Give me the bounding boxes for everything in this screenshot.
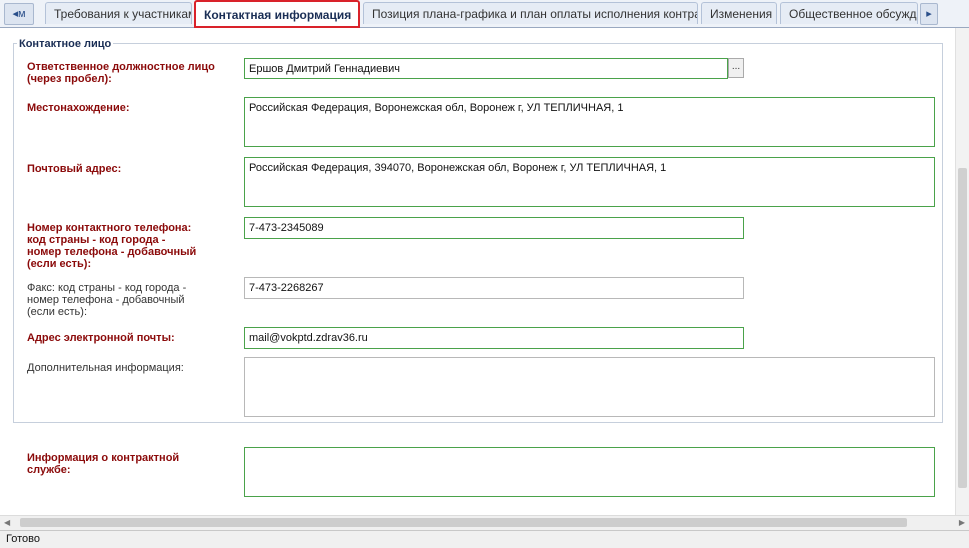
tab-scroll-left-button[interactable]: ◂м xyxy=(4,3,34,25)
vertical-scrollbar[interactable] xyxy=(955,28,969,515)
tab-plan-schedule[interactable]: Позиция плана-графика и план оплаты испо… xyxy=(363,2,698,24)
tab-changes[interactable]: Изменения xyxy=(701,2,777,24)
responsible-lookup-button[interactable]: ... xyxy=(728,58,744,78)
phone-label: Номер контактного телефона: код страны -… xyxy=(27,222,197,270)
horizontal-scroll-thumb[interactable] xyxy=(20,518,907,527)
tab-contact-info[interactable]: Контактная информация xyxy=(194,0,360,28)
email-field[interactable]: mail@vokptd.zdrav36.ru xyxy=(244,327,744,349)
fax-label: Факс: код страны - код города - номер те… xyxy=(27,282,187,318)
contract-service-field[interactable] xyxy=(244,447,935,497)
status-bar: Готово xyxy=(0,530,969,548)
form-content: Контактное лицо Ответственное должностно… xyxy=(0,28,955,515)
location-field[interactable]: Российская Федерация, Воронежская обл, В… xyxy=(244,97,935,147)
tab-public-discussion[interactable]: Общественное обсуждение xyxy=(780,2,918,24)
tab-scroll-right-button[interactable]: ▸ xyxy=(920,3,938,25)
group-legend: Контактное лицо xyxy=(17,38,114,50)
tab-requirements[interactable]: Требования к участникам xyxy=(45,2,192,24)
phone-field[interactable]: 7-473-2345089 xyxy=(244,217,744,239)
additional-label: Дополнительная информация: xyxy=(27,362,184,374)
additional-field[interactable] xyxy=(244,357,935,417)
vertical-scroll-thumb[interactable] xyxy=(958,168,967,488)
arrow-left-icon[interactable]: ◀ xyxy=(4,518,10,527)
status-text: Готово xyxy=(6,533,40,545)
location-label: Местонахождение: xyxy=(27,102,130,114)
tab-strip: ◂м Требования к участникам Контактная ин… xyxy=(0,0,969,28)
email-label: Адрес электронной почты: xyxy=(27,332,175,344)
responsible-label: Ответственное должностное лицо (через пр… xyxy=(27,61,215,85)
postal-field[interactable]: Российская Федерация, 394070, Воронежска… xyxy=(244,157,935,207)
contract-service-label: Информация о контрактной службе: xyxy=(27,452,180,476)
horizontal-scrollbar[interactable]: ◀ ▶ xyxy=(0,515,969,530)
responsible-field[interactable]: Ершов Дмитрий Геннадиевич xyxy=(244,58,728,79)
postal-label: Почтовый адрес: xyxy=(27,163,122,175)
arrow-right-icon: ▸ xyxy=(926,8,932,20)
fax-field[interactable]: 7-473-2268267 xyxy=(244,277,744,299)
arrow-right-icon[interactable]: ▶ xyxy=(959,518,965,527)
